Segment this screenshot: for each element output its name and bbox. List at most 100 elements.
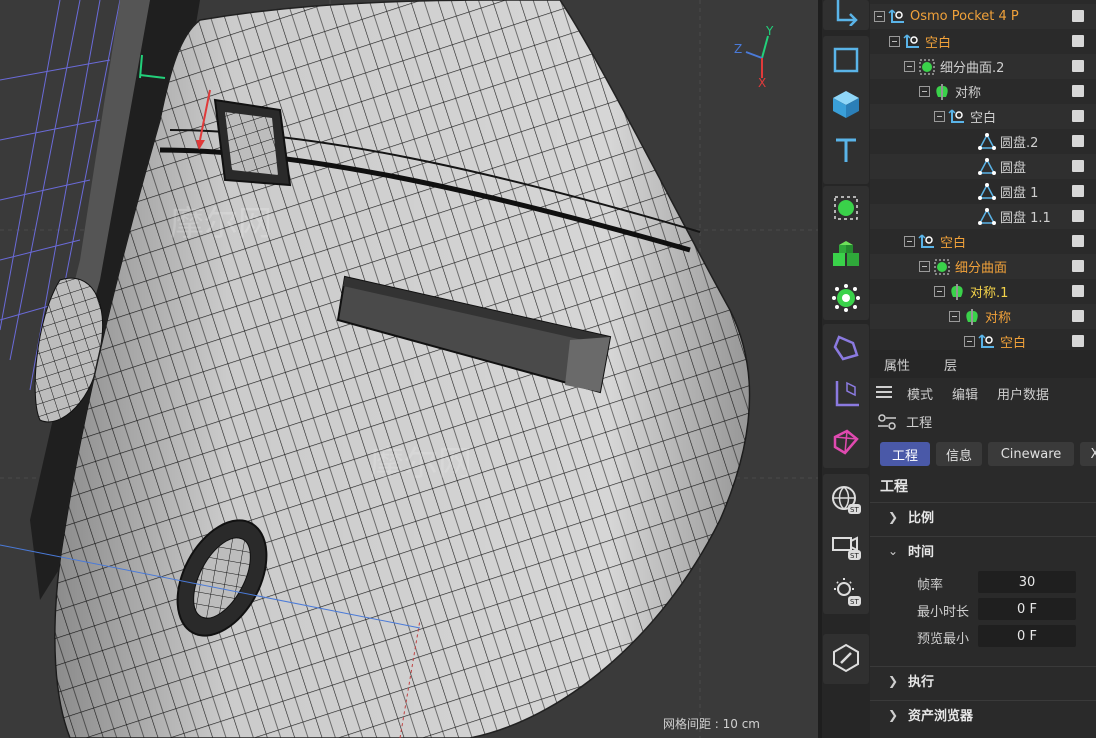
menu-user-data[interactable]: 用户数据 [997, 384, 1049, 403]
visibility-toggle-icon[interactable] [1072, 85, 1084, 97]
visibility-toggle-icon[interactable] [1072, 335, 1084, 347]
tab-layers[interactable]: 层 [944, 355, 957, 374]
object-row[interactable]: 对称.1 [870, 279, 1096, 304]
group-asset-browser[interactable]: ❯ 资产浏览器 [870, 700, 1096, 728]
collapse-toggle[interactable] [964, 336, 975, 347]
group-execute[interactable]: ❯ 执行 [870, 666, 1096, 694]
ptab-cineware[interactable]: Cineware [988, 442, 1074, 466]
visibility-toggle-icon[interactable] [1072, 60, 1084, 72]
visibility-toggle-icon[interactable] [1072, 110, 1084, 122]
object-name: 对称 [955, 86, 982, 101]
axis-y-label: Y [766, 24, 774, 38]
visibility-toggle-icon[interactable] [1072, 10, 1084, 22]
disc-icon [978, 182, 996, 201]
vertical-toolbar: ST ST ST [822, 0, 870, 738]
object-row[interactable]: 空白 [870, 229, 1096, 254]
object-row[interactable]: 圆盘 1 [870, 179, 1096, 204]
object-name: 空白 [940, 236, 967, 251]
object-name: 对称 [985, 311, 1012, 326]
preview-min-field[interactable]: 0 F [978, 625, 1076, 647]
object-row[interactable]: Osmo Pocket 4 P [870, 4, 1096, 29]
axis-x-label: X [758, 76, 767, 90]
ptab-project[interactable]: 工程 [880, 442, 930, 466]
collapse-toggle[interactable] [874, 11, 885, 22]
visibility-toggle-icon[interactable] [1072, 285, 1084, 297]
subdivision-icon [918, 58, 936, 76]
visibility-toggle-icon[interactable] [1072, 185, 1084, 197]
object-row[interactable]: 空白 [870, 29, 1096, 54]
collapse-toggle[interactable] [949, 311, 960, 322]
object-row[interactable]: 细分曲面 [870, 254, 1096, 279]
3d-viewport[interactable]: 摩尔网 摩尔网 Y Z X 网格间距 : 10 cm [0, 0, 818, 738]
frame-rate-field[interactable]: 30 [978, 571, 1076, 593]
menu-mode[interactable]: 模式 [907, 384, 933, 403]
text-icon[interactable] [826, 130, 866, 170]
collapse-toggle[interactable] [919, 261, 930, 272]
object-name: Osmo Pocket 4 P [910, 9, 1019, 24]
object-row[interactable]: 空白 [870, 104, 1096, 129]
visibility-toggle-icon[interactable] [1072, 310, 1084, 322]
coordinate-icon[interactable] [826, 374, 866, 414]
mograph-icon[interactable] [826, 422, 866, 462]
cloner-icon[interactable] [826, 234, 866, 274]
cube-solid-icon[interactable] [826, 84, 866, 124]
param-label: 最小时长 [917, 605, 970, 620]
menu-edit[interactable]: 编辑 [952, 384, 978, 403]
svg-text:ST: ST [850, 598, 859, 606]
ptab-info[interactable]: 信息 [936, 442, 982, 466]
hamburger-icon[interactable] [876, 385, 892, 403]
collapse-toggle[interactable] [934, 111, 945, 122]
visibility-toggle-icon[interactable] [1072, 235, 1084, 247]
camera-icon[interactable]: ST [826, 526, 866, 566]
group-scale[interactable]: ❯ 比例 [870, 502, 1096, 530]
visibility-toggle-icon[interactable] [1072, 135, 1084, 147]
object-row[interactable]: 圆盘.2 [870, 129, 1096, 154]
svg-text:摩尔网: 摩尔网 [370, 444, 472, 484]
min-time-field[interactable]: 0 F [978, 598, 1076, 620]
attribute-menu: 模式 编辑 用户数据 [870, 382, 1096, 406]
null-icon [978, 333, 996, 351]
object-name: 空白 [970, 111, 997, 126]
edit-icon[interactable] [826, 638, 866, 678]
null-icon [903, 33, 921, 51]
collapse-toggle[interactable] [904, 61, 915, 72]
object-name: 对称.1 [970, 286, 1009, 301]
object-name: 细分曲面 [955, 261, 1008, 276]
null-icon [888, 8, 906, 26]
symmetry-icon [933, 83, 951, 101]
visibility-toggle-icon[interactable] [1072, 260, 1084, 272]
collapse-toggle[interactable] [904, 236, 915, 247]
object-manager: Osmo Pocket 4 P 空白 细分曲面.2 对称 空白 圆盘.2 圆盘 圆盘 1 圆盘 … [870, 0, 1096, 350]
project-settings-icon [878, 413, 896, 434]
object-name: 圆盘 1.1 [1000, 211, 1051, 226]
object-row[interactable]: 圆盘 [870, 154, 1096, 179]
attribute-manager: 属性 层 模式 编辑 用户数据 工程 工程 信息 Cineware X 工程 ❯… [870, 350, 1096, 738]
null-icon [948, 108, 966, 126]
object-row[interactable]: 细分曲面.2 [870, 54, 1096, 79]
collapse-toggle[interactable] [919, 86, 930, 97]
visibility-toggle-icon[interactable] [1072, 35, 1084, 47]
spline-icon[interactable] [826, 328, 866, 368]
object-row[interactable]: 圆盘 1.1 [870, 204, 1096, 229]
object-row[interactable]: 空白 [870, 329, 1096, 350]
cube-outline-icon[interactable] [826, 40, 866, 80]
tab-attributes[interactable]: 属性 [884, 355, 910, 374]
move-icon[interactable] [826, 0, 866, 32]
collapse-toggle[interactable] [934, 286, 945, 297]
collapse-toggle[interactable] [889, 36, 900, 47]
grid-spacing-label: 网格间距 : 10 cm [662, 717, 760, 731]
deformer-icon[interactable] [826, 278, 866, 318]
null-icon [918, 233, 936, 251]
subdivision-icon [933, 258, 951, 276]
object-row[interactable]: 对称 [870, 79, 1096, 104]
sky-icon[interactable]: ST [826, 480, 866, 520]
visibility-toggle-icon[interactable] [1072, 210, 1084, 222]
group-time[interactable]: ⌄ 时间 [870, 536, 1096, 564]
subdivision-icon[interactable] [826, 188, 866, 228]
disc-icon [978, 157, 996, 176]
object-row[interactable]: 对称 [870, 304, 1096, 329]
light-icon[interactable]: ST [826, 572, 866, 612]
ptab-x[interactable]: X [1080, 442, 1096, 466]
section-title: 工程 [880, 479, 908, 495]
visibility-toggle-icon[interactable] [1072, 160, 1084, 172]
